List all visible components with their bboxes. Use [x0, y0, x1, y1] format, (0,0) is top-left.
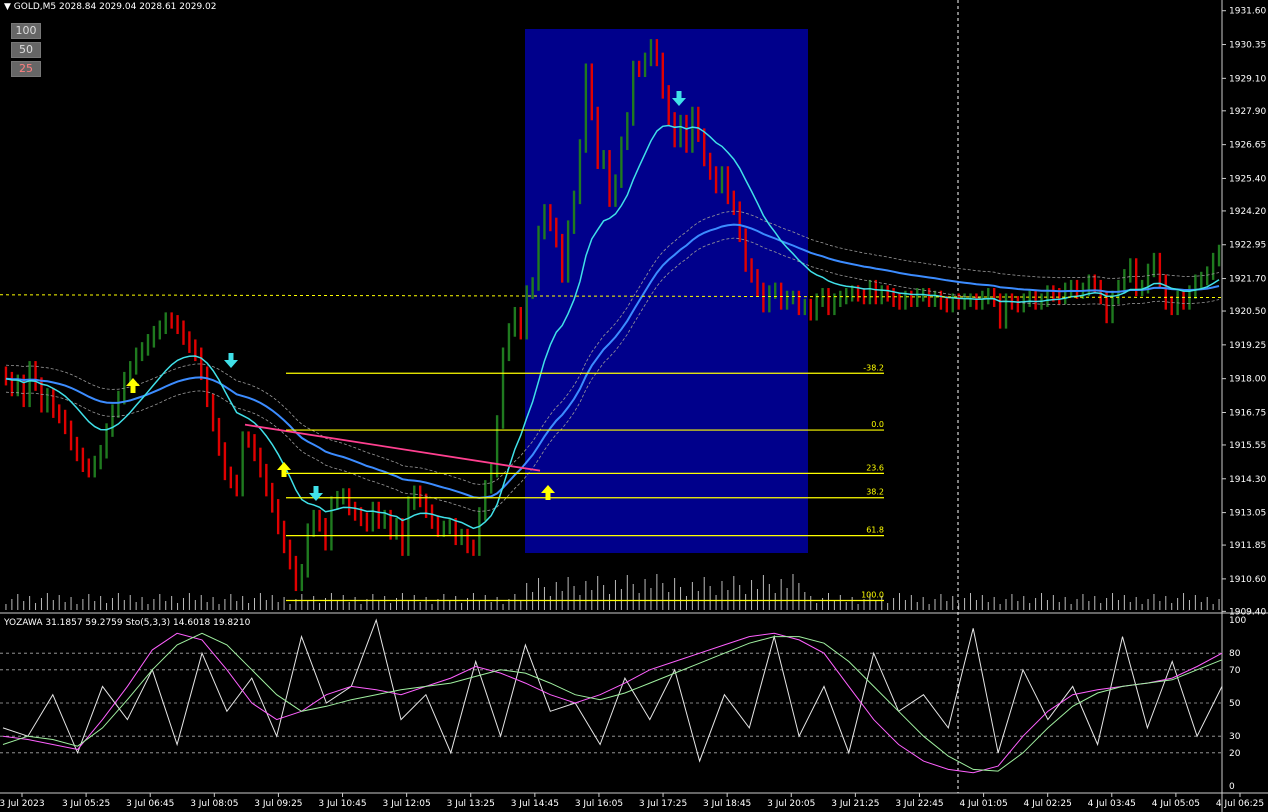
price-tick-label: 1916.75 — [1229, 408, 1266, 418]
time-tick-label: 3 Jul 18:45 — [703, 799, 751, 809]
time-tick-label: 3 Jul 2023 — [0, 799, 45, 809]
oscillator-tick-label: 100 — [1229, 616, 1246, 626]
time-tick-label: 3 Jul 13:25 — [447, 799, 495, 809]
time-tick-label: 3 Jul 05:25 — [62, 799, 110, 809]
price-tick-label: 1921.70 — [1229, 275, 1266, 285]
time-tick-label: 4 Jul 03:45 — [1088, 799, 1136, 809]
ohlc-values: 2028.84 2029.04 2028.61 2029.02 — [59, 2, 217, 12]
price-tick-label: 1915.55 — [1229, 441, 1266, 451]
fibonacci-level-label: 23.6 — [866, 463, 884, 472]
zoom-25-button[interactable]: 25 — [11, 61, 41, 77]
price-tick-label: 1929.10 — [1229, 74, 1266, 84]
time-tick-label: 4 Jul 02:25 — [1024, 799, 1072, 809]
price-tick-label: 1931.60 — [1229, 7, 1266, 17]
time-tick-label: 4 Jul 05:05 — [1152, 799, 1200, 809]
price-tick-label: 1918.00 — [1229, 375, 1266, 385]
time-tick-label: 3 Jul 21:25 — [831, 799, 879, 809]
price-tick-label: 1910.60 — [1229, 575, 1266, 585]
time-tick-label: 3 Jul 14:45 — [511, 799, 559, 809]
price-tick-label: 1919.25 — [1229, 341, 1266, 351]
fibonacci-level-label: 61.8 — [866, 526, 884, 535]
zoom-50-button[interactable]: 50 — [11, 42, 41, 58]
time-tick-label: 3 Jul 22:45 — [895, 799, 943, 809]
price-tick-label: 1914.30 — [1229, 475, 1266, 485]
fibonacci-level-label: -38.2 — [863, 363, 884, 372]
price-tick-label: 1925.40 — [1229, 174, 1266, 184]
oscillator-tick-label: 0 — [1229, 782, 1235, 792]
pink-trend-line — [244, 423, 541, 472]
sell-arrow-icon — [224, 353, 238, 368]
oscillator-tick-label: 50 — [1229, 699, 1241, 709]
time-tick-label: 4 Jul 06:25 — [1216, 799, 1264, 809]
time-tick-label: 3 Jul 10:45 — [318, 799, 366, 809]
time-tick-label: 3 Jul 09:25 — [254, 799, 302, 809]
sell-arrow-icon — [309, 486, 323, 501]
oscillator-tick-label: 80 — [1229, 649, 1241, 659]
oscillator-tick-label: 70 — [1229, 666, 1241, 676]
price-tick-label: 1930.35 — [1229, 41, 1266, 51]
price-tick-label: 1927.90 — [1229, 107, 1266, 117]
time-tick-label: 4 Jul 01:05 — [959, 799, 1007, 809]
time-tick-label: 3 Jul 20:05 — [767, 799, 815, 809]
chart-header: ▼ GOLD,M5 2028.84 2029.04 2028.61 2029.0… — [4, 2, 216, 12]
indicator-header: YOZAWA 31.1857 59.2759 Sto(5,3,3) 14.601… — [4, 618, 251, 628]
fibonacci-level-label: 100.0 — [861, 591, 884, 600]
time-tick-label: 3 Jul 08:05 — [190, 799, 238, 809]
symbol-label: GOLD,M5 — [13, 2, 57, 12]
time-tick-label: 3 Jul 16:05 — [575, 799, 623, 809]
time-tick-label: 3 Jul 06:45 — [126, 799, 174, 809]
oscillator-tick-label: 20 — [1229, 749, 1241, 759]
fibonacci-level-label: 0.0 — [871, 420, 884, 429]
zoom-100-button[interactable]: 100 — [11, 23, 41, 39]
fibonacci-level-label: 38.2 — [866, 488, 884, 497]
chart-canvas[interactable]: 1931.60 1930.35 1929.10 1927.90 1926.65 1925.… — [0, 0, 1268, 812]
buy-arrow-icon — [126, 378, 140, 393]
price-tick-label: 1926.65 — [1229, 141, 1266, 151]
oscillator-tick-label: 30 — [1229, 732, 1241, 742]
time-tick-label: 3 Jul 12:05 — [383, 799, 431, 809]
price-tick-label: 1920.50 — [1229, 307, 1266, 317]
price-tick-label: 1911.85 — [1229, 541, 1266, 551]
time-tick-label: 3 Jul 17:25 — [639, 799, 687, 809]
price-tick-label: 1922.95 — [1229, 241, 1266, 251]
session-highlight-box — [525, 29, 808, 553]
dropdown-triangle-icon[interactable]: ▼ — [4, 2, 11, 12]
price-tick-label: 1924.20 — [1229, 207, 1266, 217]
price-tick-label: 1913.05 — [1229, 509, 1266, 519]
